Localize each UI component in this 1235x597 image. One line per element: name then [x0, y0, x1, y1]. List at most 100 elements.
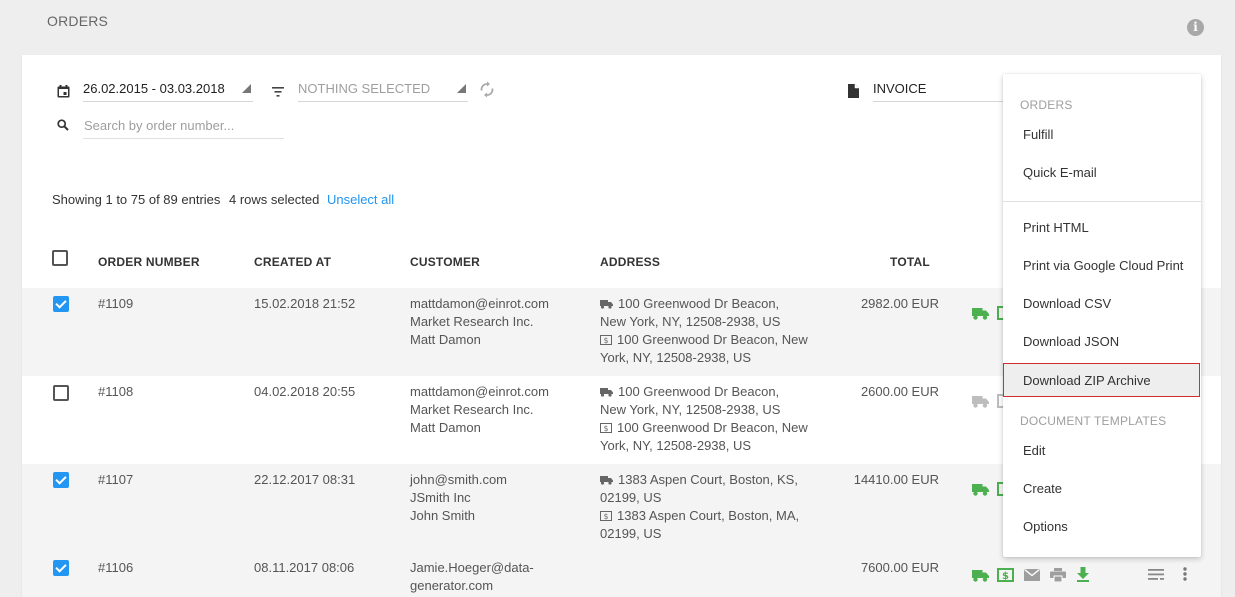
svg-text:$: $ — [604, 512, 609, 521]
customer: john@smith.com JSmith Inc John Smith — [410, 471, 507, 525]
billing-icon: $ — [600, 511, 612, 521]
created-at: 04.02.2018 20:55 — [254, 384, 356, 399]
menu-item-fulfill[interactable]: Fulfill — [1003, 118, 1201, 152]
row-checkbox[interactable] — [53, 472, 69, 488]
customer-email: mattdamon@einrot.com — [410, 384, 549, 399]
fulfill-truck-icon[interactable] — [972, 483, 989, 496]
billing-address-line: 100 Greenwood Dr Beacon, New — [617, 332, 808, 347]
customer-company: Market Research Inc. — [410, 314, 534, 329]
date-range-value: 26.02.2015 - 03.03.2018 — [83, 81, 225, 96]
customer-email-cont: generator.com — [410, 578, 494, 593]
status-filter-select[interactable]: NOTHING SELECTED — [298, 80, 468, 102]
address: 100 Greenwood Dr Beacon, New York, NY, 1… — [600, 383, 808, 455]
refresh-icon[interactable] — [479, 81, 495, 98]
menu-item-download-csv[interactable]: Download CSV — [1003, 287, 1201, 321]
menu-item-quick-email[interactable]: Quick E-mail — [1003, 156, 1201, 190]
order-total: 2600.00 EUR — [860, 384, 939, 399]
email-icon[interactable] — [1024, 569, 1040, 581]
shipping-address-line: 02199, US — [600, 490, 662, 505]
address: 1383 Aspen Court, Boston, KS, 02199, US … — [600, 471, 799, 543]
search-icon — [57, 119, 69, 131]
customer-email: mattdamon@einrot.com — [410, 296, 549, 311]
calendar-icon — [57, 85, 70, 98]
customer: mattdamon@einrot.com Market Research Inc… — [410, 383, 549, 437]
info-icon[interactable]: i — [1187, 19, 1204, 36]
billing-address-line: 100 Greenwood Dr Beacon, New — [617, 420, 808, 435]
fulfill-truck-icon[interactable] — [972, 569, 989, 582]
column-total[interactable]: TOTAL — [890, 255, 930, 269]
document-icon — [848, 84, 859, 98]
customer-company: JSmith Inc — [410, 490, 471, 505]
menu-item-print-cloud[interactable]: Print via Google Cloud Print — [1003, 249, 1201, 283]
menu-item-download-json[interactable]: Download JSON — [1003, 325, 1201, 359]
status-filter-placeholder: NOTHING SELECTED — [298, 81, 431, 96]
billing-address-line: York, NY, 12508-2938, US — [600, 438, 752, 453]
created-at: 15.02.2018 21:52 — [254, 296, 356, 311]
customer-company: Market Research Inc. — [410, 402, 534, 417]
menu-item-download-zip[interactable]: Download ZIP Archive — [1003, 363, 1200, 397]
actions-dropdown-menu: ORDERS Fulfill Quick E-mail Print HTML P… — [1003, 74, 1201, 557]
truck-icon — [600, 388, 613, 397]
order-number[interactable]: #1108 — [98, 383, 133, 401]
order-total: 2982.00 EUR — [860, 296, 939, 311]
payment-icon[interactable]: $ — [997, 568, 1014, 582]
customer: mattdamon@einrot.com Market Research Inc… — [410, 295, 549, 349]
order-number[interactable]: #1107 — [98, 471, 133, 489]
customer-name: John Smith — [410, 508, 476, 523]
menu-item-create[interactable]: Create — [1003, 472, 1201, 506]
more-vert-icon[interactable] — [1183, 567, 1187, 581]
entries-count: Showing 1 to 75 of 89 entries — [52, 192, 221, 207]
billing-address-line: 02199, US — [600, 526, 662, 541]
row-checkbox[interactable] — [53, 296, 69, 312]
menu-item-print-html[interactable]: Print HTML — [1003, 211, 1201, 245]
row-checkbox[interactable] — [53, 560, 69, 576]
order-number[interactable]: #1106 — [98, 559, 133, 577]
shipping-address-line: New York, NY, 12508-2938, US — [600, 314, 781, 329]
billing-address-line: 1383 Aspen Court, Boston, MA, — [617, 508, 800, 523]
truck-icon — [600, 300, 613, 309]
shipping-address-line: 100 Greenwood Dr Beacon, — [618, 296, 780, 311]
created-at: 22.12.2017 08:31 — [254, 472, 356, 487]
menu-header-orders: ORDERS — [1020, 98, 1073, 112]
menu-item-edit[interactable]: Edit — [1003, 434, 1201, 468]
address: 100 Greenwood Dr Beacon, New York, NY, 1… — [600, 295, 808, 367]
column-created-at[interactable]: CREATED AT — [254, 255, 331, 269]
billing-address-line: York, NY, 12508-2938, US — [600, 350, 752, 365]
order-total: 14410.00 EUR — [853, 472, 939, 487]
filter-icon — [272, 87, 284, 97]
download-icon[interactable] — [1076, 567, 1090, 582]
column-address[interactable]: ADDRESS — [600, 255, 660, 269]
column-order-number[interactable]: ORDER NUMBER — [98, 255, 200, 269]
page-title: ORDERS — [47, 13, 109, 29]
dropdown-arrow-icon — [457, 84, 466, 93]
menu-separator — [1003, 201, 1201, 202]
column-customer[interactable]: CUSTOMER — [410, 255, 480, 269]
shipping-address-line: 1383 Aspen Court, Boston, KS, — [618, 472, 798, 487]
document-value: INVOICE — [873, 81, 927, 96]
customer-name: Matt Damon — [410, 420, 481, 435]
billing-icon: $ — [600, 335, 612, 345]
menu-item-options[interactable]: Options — [1003, 510, 1201, 544]
customer: Jamie.Hoeger@data- generator.com — [410, 559, 534, 595]
customer-email: Jamie.Hoeger@data- — [410, 560, 534, 575]
menu-header-templates: DOCUMENT TEMPLATES — [1020, 414, 1167, 428]
print-icon[interactable] — [1050, 568, 1066, 582]
dropdown-arrow-icon — [242, 84, 251, 93]
unselect-all-link[interactable]: Unselect all — [327, 192, 394, 207]
order-total: 7600.00 EUR — [860, 560, 939, 575]
date-range-select[interactable]: 26.02.2015 - 03.03.2018 — [83, 80, 253, 102]
select-all-checkbox[interactable] — [52, 250, 68, 266]
search-input[interactable] — [83, 113, 284, 139]
fulfill-truck-icon[interactable] — [972, 395, 989, 408]
customer-email: john@smith.com — [410, 472, 508, 487]
svg-text:$: $ — [604, 336, 609, 345]
customer-name: Matt Damon — [410, 332, 481, 347]
truck-icon — [600, 476, 613, 485]
details-icon[interactable] — [1148, 569, 1164, 580]
table-row[interactable]: #1106 08.11.2017 08:06 Jamie.Hoeger@data… — [22, 552, 1221, 597]
fulfill-truck-icon[interactable] — [972, 307, 989, 320]
svg-text:$: $ — [604, 424, 609, 433]
row-checkbox[interactable] — [53, 385, 69, 401]
order-number[interactable]: #1109 — [98, 295, 133, 313]
selected-count: 4 rows selected — [229, 192, 320, 207]
